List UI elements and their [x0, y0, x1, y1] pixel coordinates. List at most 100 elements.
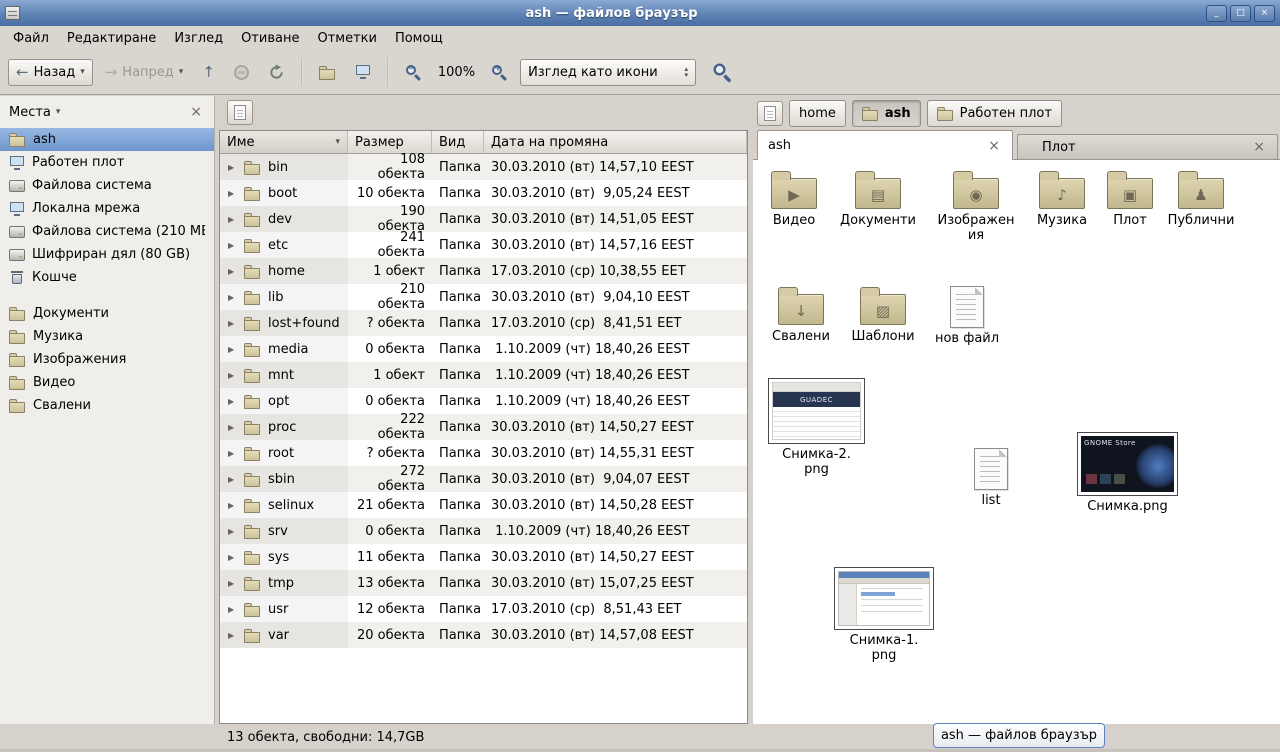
- table-row[interactable]: ▶var 20 обекта Папка 30.03.2010 (вт) 14,…: [220, 622, 747, 648]
- expander-icon[interactable]: ▶: [228, 371, 237, 380]
- sidebar-item-documents[interactable]: Документи: [0, 302, 214, 325]
- expander-icon[interactable]: ▶: [228, 267, 237, 276]
- table-row[interactable]: ▶srv 0 обекта Папка 1.10.2009 (чт) 18,40…: [220, 518, 747, 544]
- expander-icon[interactable]: ▶: [228, 449, 237, 458]
- expander-icon[interactable]: ▶: [228, 527, 237, 536]
- expander-icon[interactable]: ▶: [228, 293, 237, 302]
- icon-item-desktop[interactable]: ▣ Плот: [1090, 170, 1170, 229]
- sidebar-item-filesystem[interactable]: Файлова система: [0, 174, 214, 197]
- expander-icon[interactable]: ▶: [228, 345, 237, 354]
- sidebar-title[interactable]: Места: [9, 105, 51, 120]
- table-row[interactable]: ▶selinux 21 обекта Папка 30.03.2010 (вт)…: [220, 492, 747, 518]
- expander-icon[interactable]: ▶: [228, 189, 237, 198]
- expander-icon[interactable]: ▶: [228, 579, 237, 588]
- menu-help[interactable]: Помощ: [386, 28, 452, 49]
- icon-item-list[interactable]: list: [951, 448, 1031, 509]
- chevron-down-icon[interactable]: ▾: [56, 107, 61, 117]
- tab-close-icon[interactable]: ×: [986, 138, 1002, 154]
- home-button[interactable]: [312, 60, 343, 85]
- expander-icon[interactable]: ▶: [228, 475, 237, 484]
- table-row[interactable]: ▶etc 241 обекта Папка 30.03.2010 (вт) 14…: [220, 232, 747, 258]
- expander-icon[interactable]: ▶: [228, 241, 237, 250]
- table-row[interactable]: ▶mnt 1 обект Папка 1.10.2009 (чт) 18,40,…: [220, 362, 747, 388]
- table-row[interactable]: ▶boot 10 обекта Папка 30.03.2010 (вт) 9,…: [220, 180, 747, 206]
- maximize-button[interactable]: □: [1230, 5, 1251, 22]
- expander-icon[interactable]: ▶: [228, 163, 237, 172]
- up-button[interactable]: ↑: [195, 60, 222, 84]
- column-header-date[interactable]: Дата на промяна: [484, 131, 747, 154]
- stop-button[interactable]: [227, 60, 256, 85]
- icon-item-templates[interactable]: ▨ Шаблони: [843, 286, 923, 345]
- view-mode-select[interactable]: Изглед като икони ▴▾: [520, 59, 696, 86]
- expander-icon[interactable]: ▶: [228, 423, 237, 432]
- table-row[interactable]: ▶home 1 обект Папка 17.03.2010 (ср) 10,3…: [220, 258, 747, 284]
- table-row[interactable]: ▶sbin 272 обекта Папка 30.03.2010 (вт) 9…: [220, 466, 747, 492]
- table-row[interactable]: ▶lib 210 обекта Папка 30.03.2010 (вт) 9,…: [220, 284, 747, 310]
- icon-item-downloads[interactable]: ↓ Свалени: [761, 286, 841, 345]
- table-row[interactable]: ▶opt 0 обекта Папка 1.10.2009 (чт) 18,40…: [220, 388, 747, 414]
- expander-icon[interactable]: ▶: [228, 553, 237, 562]
- computer-button[interactable]: [348, 60, 378, 84]
- sidebar-item-desktop[interactable]: Работен плот: [0, 151, 214, 174]
- expander-icon[interactable]: ▶: [228, 501, 237, 510]
- expander-icon[interactable]: ▶: [228, 319, 237, 328]
- table-row[interactable]: ▶media 0 обекта Папка 1.10.2009 (чт) 18,…: [220, 336, 747, 362]
- icon-item-snimka-2[interactable]: GUADEC Снимка-2.png: [768, 378, 865, 478]
- expander-icon[interactable]: ▶: [228, 631, 237, 640]
- table-row[interactable]: ▶proc 222 обекта Папка 30.03.2010 (вт) 1…: [220, 414, 747, 440]
- menu-bookmarks[interactable]: Отметки: [308, 28, 385, 49]
- table-row[interactable]: ▶root ? обекта Папка 30.03.2010 (вт) 14,…: [220, 440, 747, 466]
- location-toggle-button[interactable]: [227, 100, 253, 125]
- minimize-button[interactable]: _: [1206, 5, 1227, 22]
- sidebar-item-downloads[interactable]: Свалени: [0, 394, 214, 417]
- menu-file[interactable]: Файл: [4, 28, 58, 49]
- path-button-home[interactable]: home: [789, 100, 846, 127]
- menu-view[interactable]: Изглед: [165, 28, 232, 49]
- expander-icon[interactable]: ▶: [228, 215, 237, 224]
- close-button[interactable]: ×: [1254, 5, 1275, 22]
- sidebar-item-ash[interactable]: ash: [0, 128, 214, 151]
- tab-close-icon[interactable]: ×: [1251, 139, 1267, 155]
- sidebar-item-pictures[interactable]: Изображения: [0, 348, 214, 371]
- tab-plot[interactable]: Плот ×: [1017, 134, 1278, 159]
- expander-icon[interactable]: ▶: [228, 605, 237, 614]
- sidebar-item-video[interactable]: Видео: [0, 371, 214, 394]
- table-row[interactable]: ▶sys 11 обекта Папка 30.03.2010 (вт) 14,…: [220, 544, 747, 570]
- back-button[interactable]: ← Назад ▾: [8, 59, 93, 86]
- forward-button[interactable]: → Напред ▾: [98, 60, 191, 85]
- sidebar-item-filesystem-210mb[interactable]: Файлова система (210 MB): [0, 220, 214, 243]
- table-row[interactable]: ▶lost+found ? обекта Папка 17.03.2010 (с…: [220, 310, 747, 336]
- back-dropdown-icon[interactable]: ▾: [80, 67, 85, 77]
- path-button-ash[interactable]: ash: [852, 100, 921, 127]
- zoom-out-button[interactable]: −: [398, 59, 429, 86]
- menu-edit[interactable]: Редактиране: [58, 28, 165, 49]
- icon-item-documents[interactable]: ▤ Документи: [838, 170, 918, 229]
- menu-go[interactable]: Отиване: [232, 28, 308, 49]
- sidebar-item-trash[interactable]: Кошче: [0, 266, 214, 289]
- sidebar-item-music[interactable]: Музика: [0, 325, 214, 348]
- zoom-in-button[interactable]: +: [484, 59, 515, 86]
- column-header-size[interactable]: Размер: [348, 131, 432, 154]
- expander-icon[interactable]: ▶: [228, 397, 237, 406]
- location-toggle-button[interactable]: [757, 101, 783, 126]
- taskbar-window-button[interactable]: ash — файлов браузър: [933, 723, 1105, 748]
- reload-button[interactable]: [261, 59, 292, 86]
- column-header-type[interactable]: Вид: [432, 131, 484, 154]
- tab-ash[interactable]: ash ×: [757, 130, 1013, 160]
- icon-item-video[interactable]: ▶ Видео: [754, 170, 834, 229]
- table-row[interactable]: ▶usr 12 обекта Папка 17.03.2010 (ср) 8,5…: [220, 596, 747, 622]
- column-header-name[interactable]: Име ▾: [220, 131, 348, 154]
- sidebar-item-network[interactable]: Локална мрежа: [0, 197, 214, 220]
- table-row[interactable]: ▶tmp 13 обекта Папка 30.03.2010 (вт) 15,…: [220, 570, 747, 596]
- path-button-desktop[interactable]: Работен плот: [927, 100, 1062, 127]
- icon-item-snimka[interactable]: GNOME Store Снимка.png: [1077, 432, 1178, 515]
- icon-item-public[interactable]: ♟ Публични: [1161, 170, 1241, 229]
- sidebar-close-icon[interactable]: ×: [187, 104, 205, 120]
- icon-item-pictures[interactable]: ◉ Изображения: [936, 170, 1016, 244]
- table-row[interactable]: ▶bin 108 обекта Папка 30.03.2010 (вт) 14…: [220, 154, 747, 180]
- icon-item-snimka-1[interactable]: Снимка-1.png: [834, 567, 934, 664]
- icon-item-new-file[interactable]: нов файл: [927, 286, 1007, 347]
- sidebar-item-encrypted-80gb[interactable]: Шифриран дял (80 GB): [0, 243, 214, 266]
- search-button[interactable]: [707, 59, 738, 86]
- table-row[interactable]: ▶dev 190 обекта Папка 30.03.2010 (вт) 14…: [220, 206, 747, 232]
